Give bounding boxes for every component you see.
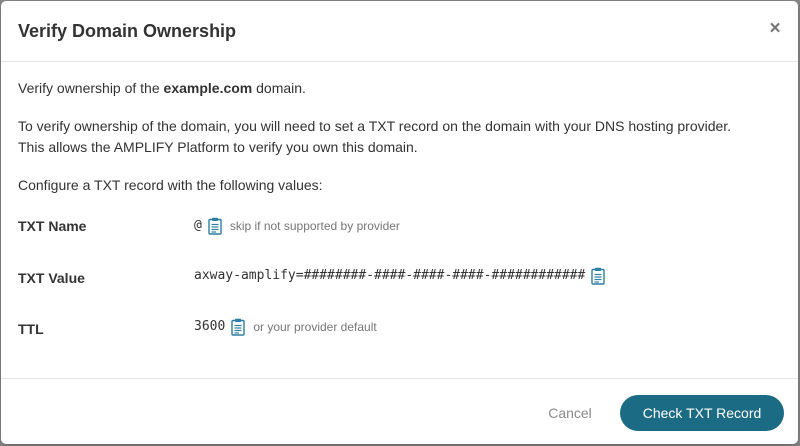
instructions-line-2: This allows the AMPLIFY Platform to veri… [18,139,418,155]
close-icon[interactable]: × [766,19,784,39]
txt-name-value: @ [194,218,202,233]
verify-domain-dialog: Verify Domain Ownership × Verify ownersh… [1,1,798,444]
intro-text: Verify ownership of the example.com doma… [18,78,306,99]
intro-suffix: domain. [252,80,306,96]
instructions-line-1: To verify ownership of the domain, you w… [18,118,732,134]
txt-value-row: axway-amplify=########-####-####-####-##… [194,267,606,285]
ttl-hint: or your provider default [253,320,377,334]
configure-text: Configure a TXT record with the followin… [18,177,323,193]
clipboard-icon[interactable] [591,267,606,285]
check-txt-record-button[interactable]: Check TXT Record [620,395,784,431]
txt-value-label: TXT Value [18,270,85,286]
dialog-header: Verify Domain Ownership × [1,1,798,62]
intro-prefix: Verify ownership of the [18,80,164,96]
ttl-label: TTL [18,321,44,337]
ttl-value: 3600 [194,319,226,334]
txt-name-row: @ skip if not supported by provider [194,217,400,235]
txt-name-hint: skip if not supported by provider [229,219,400,233]
dialog-footer: Cancel Check TXT Record [1,378,798,444]
domain-name: example.com [163,80,253,96]
ttl-row: 3600 or your provider default [194,318,377,336]
dialog-title: Verify Domain Ownership [18,21,237,41]
cancel-button[interactable]: Cancel [535,401,605,425]
clipboard-icon[interactable] [208,217,222,235]
txt-value-value: axway-amplify=########-####-####-####-##… [194,268,586,283]
txt-name-label: TXT Name [18,218,87,234]
clipboard-icon[interactable] [231,318,246,336]
